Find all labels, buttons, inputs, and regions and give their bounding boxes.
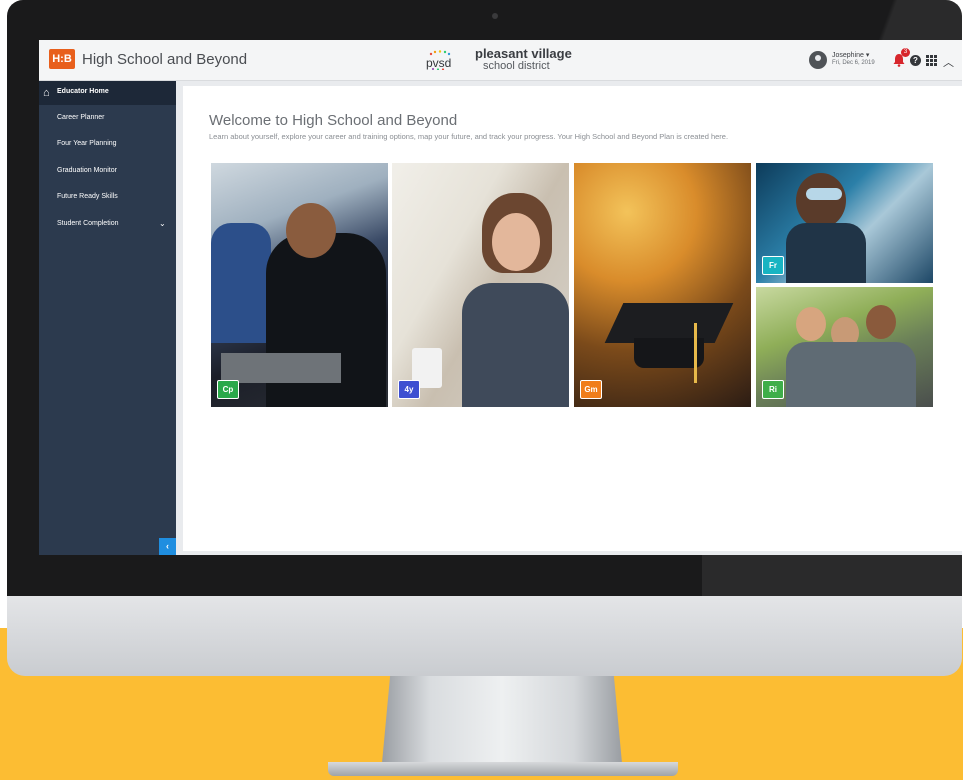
tile-student-completion[interactable]: Ri — [756, 287, 933, 407]
district-subtitle: school district — [483, 60, 550, 72]
sidebar-item-graduation-monitor[interactable]: Graduation Monitor — [57, 167, 117, 174]
sidebar-item-label: Educator Home — [57, 88, 109, 95]
safety-goggles — [806, 188, 842, 200]
sidebar-collapse-button[interactable]: ‹ — [159, 538, 176, 555]
student-face — [492, 213, 540, 271]
monitor-stand-foot — [328, 762, 678, 776]
user-date: Fri, Dec 6, 2019 — [832, 60, 875, 66]
hsb-logo[interactable]: H:B — [49, 49, 75, 69]
district-logo-text: pvsd — [426, 56, 452, 70]
home-icon: ⌂ — [43, 87, 50, 99]
apps-grid-icon[interactable] — [926, 55, 937, 66]
monitor-stand — [382, 660, 622, 764]
tile-badge: 4y — [398, 380, 420, 399]
students-group — [786, 342, 916, 407]
robot-parts — [221, 353, 341, 383]
tile-badge: Ri — [762, 380, 784, 399]
graduation-tassel — [694, 323, 697, 383]
page-title: Welcome to High School and Beyond — [209, 112, 458, 129]
sidebar-item-future-ready-skills[interactable]: Future Ready Skills — [57, 193, 118, 200]
monitor: H:B High School and Beyond pvsd pleasant… — [7, 0, 962, 676]
chevron-up-icon[interactable]: ︿ — [943, 54, 954, 70]
page-subtitle: Learn about yourself, explore your caree… — [209, 132, 729, 141]
sidebar-item-educator-home[interactable]: ⌂ Educator Home — [39, 81, 176, 105]
student-figure — [211, 223, 271, 343]
student-head — [286, 203, 336, 258]
app-title[interactable]: High School and Beyond — [82, 51, 247, 68]
student-head — [796, 173, 846, 228]
tile-graduation-monitor[interactable]: Gm — [574, 163, 751, 407]
sidebar: ⌂ Educator Home Career Planner Four Year… — [39, 81, 176, 555]
user-icon[interactable] — [809, 51, 827, 69]
student-body — [462, 283, 569, 407]
chevron-down-icon[interactable]: ⌄ — [159, 219, 166, 228]
sidebar-item-student-completion[interactable]: Student Completion — [57, 220, 118, 227]
graduation-cap — [604, 303, 734, 343]
tile-four-year-planning[interactable]: 4y — [392, 163, 569, 407]
tile-career-planner[interactable]: Cp — [211, 163, 388, 407]
user-menu[interactable]: Josephine ▾ — [832, 51, 869, 59]
tile-badge: Gm — [580, 380, 602, 399]
notification-badge: 3 — [901, 48, 910, 57]
tile-badge: Fr — [762, 256, 784, 275]
monitor-bezel: H:B High School and Beyond pvsd pleasant… — [7, 0, 962, 596]
screen: H:B High School and Beyond pvsd pleasant… — [39, 40, 962, 555]
student-face — [866, 305, 896, 339]
camera-icon — [492, 13, 498, 19]
sidebar-item-four-year-planning[interactable]: Four Year Planning — [57, 140, 117, 147]
tile-future-ready-skills[interactable]: Fr — [756, 163, 933, 283]
student-face — [796, 307, 826, 341]
top-bar: H:B High School and Beyond pvsd pleasant… — [39, 40, 962, 81]
help-icon[interactable]: ? — [910, 55, 921, 66]
tile-badge: Cp — [217, 380, 239, 399]
student-body — [786, 223, 866, 283]
sidebar-item-career-planner[interactable]: Career Planner — [57, 114, 104, 121]
main-content: Welcome to High School and Beyond Learn … — [183, 86, 962, 551]
district-name: pleasant village — [475, 46, 572, 61]
